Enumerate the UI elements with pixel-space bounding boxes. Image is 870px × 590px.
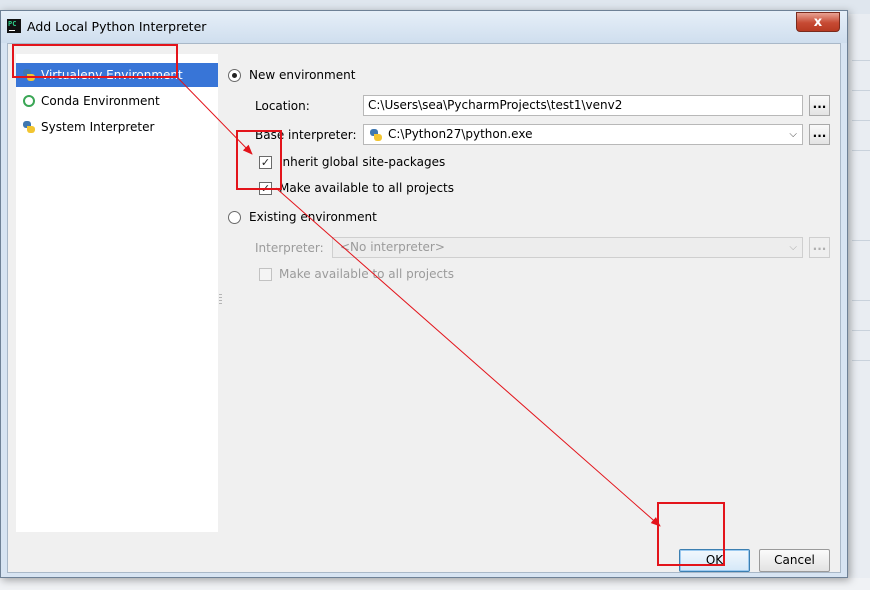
chevron-down-icon: ⌵ (789, 242, 797, 253)
existing-make-available-checkbox[interactable] (259, 268, 272, 281)
python-icon (23, 121, 35, 133)
location-input[interactable]: C:\Users\sea\PycharmProjects\test1\venv2 (363, 95, 803, 116)
interpreter-label: Interpreter: (255, 241, 324, 255)
base-interpreter-browse-button[interactable]: ... (809, 124, 830, 145)
splitter-handle[interactable] (219, 294, 222, 306)
background-divider (852, 240, 870, 241)
background-divider (852, 360, 870, 361)
background-divider (852, 90, 870, 91)
chevron-down-icon: ⌵ (789, 129, 797, 140)
background-divider (852, 120, 870, 121)
sidebar-item-label: System Interpreter (41, 120, 155, 134)
base-interpreter-dropdown[interactable]: C:\Python27\python.exe ⌵ (363, 124, 803, 145)
background-window-bottom (0, 578, 870, 590)
make-available-label: Make available to all projects (279, 181, 455, 195)
new-environment-label: New environment (249, 68, 356, 82)
existing-make-available-label: Make available to all projects (279, 267, 455, 281)
environment-type-list: Virtualenv Environment Conda Environment… (16, 54, 218, 532)
base-interpreter-value: C:\Python27\python.exe (388, 127, 533, 141)
sidebar-item-system[interactable]: System Interpreter (16, 115, 218, 139)
pycharm-app-icon: PC (7, 19, 21, 33)
conda-icon (23, 95, 35, 107)
annotation-box-ok (657, 502, 725, 566)
add-interpreter-dialog: PC Add Local Python Interpreter x Virtua… (0, 10, 848, 578)
background-window-edge (848, 14, 870, 590)
location-label: Location: (255, 99, 310, 113)
background-divider (852, 60, 870, 61)
existing-environment-radio[interactable] (228, 211, 241, 224)
background-divider (852, 330, 870, 331)
sidebar-item-label: Conda Environment (41, 94, 160, 108)
title-bar[interactable]: PC Add Local Python Interpreter x (1, 11, 847, 43)
annotation-box-checkboxes (236, 130, 282, 190)
background-divider (852, 300, 870, 301)
sidebar-item-conda[interactable]: Conda Environment (16, 89, 218, 113)
python-icon (370, 129, 382, 141)
interpreter-dropdown[interactable]: <No interpreter> ⌵ (332, 237, 803, 258)
interpreter-value: <No interpreter> (340, 240, 445, 254)
annotation-box-virtualenv (12, 44, 178, 78)
interpreter-browse-button[interactable]: ... (809, 237, 830, 258)
dialog-body: Virtualenv Environment Conda Environment… (7, 43, 841, 573)
new-environment-radio[interactable] (228, 69, 241, 82)
cancel-button[interactable]: Cancel (759, 549, 830, 572)
inherit-site-packages-label: Inherit global site-packages (279, 155, 446, 169)
close-button[interactable]: x (796, 12, 840, 32)
window-title: Add Local Python Interpreter (27, 19, 207, 34)
existing-environment-label: Existing environment (249, 210, 377, 224)
background-divider (852, 150, 870, 151)
location-browse-button[interactable]: ... (809, 95, 830, 116)
